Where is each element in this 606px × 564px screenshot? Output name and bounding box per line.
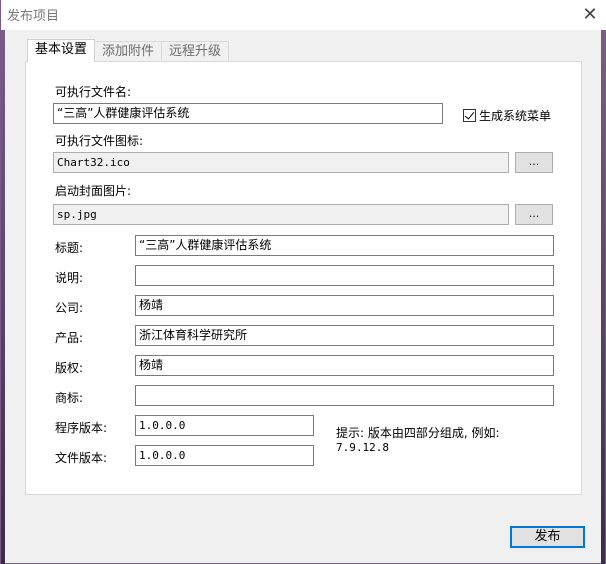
- basic-settings-panel: 可执行文件名: “三高”人群健康评估系统 生成系统菜单 可执行文件图标: Cha…: [25, 61, 582, 495]
- create-menu-label: 生成系统菜单: [479, 109, 552, 123]
- file-version-input[interactable]: 1.0.0.0: [135, 445, 314, 466]
- exe-name-label: 可执行文件名:: [55, 85, 132, 99]
- tab-strip: 基本设置 添加附件 远程升级: [27, 39, 230, 62]
- file-version-label: 文件版本:: [55, 451, 108, 465]
- exe-icon-field: Chart32.ico: [53, 152, 509, 173]
- browse-splash-button[interactable]: ...: [515, 204, 553, 225]
- version-hint-line2: 7.9.12.8: [336, 441, 389, 454]
- close-icon: ✕: [582, 3, 598, 25]
- title-bar: 发布项目 ✕: [1, 0, 606, 30]
- description-input[interactable]: [135, 265, 554, 286]
- background-strip-right: [601, 30, 605, 564]
- splash-image-label: 启动封面图片:: [55, 184, 132, 198]
- company-label: 公司:: [55, 301, 84, 315]
- exe-name-input[interactable]: “三高”人群健康评估系统: [53, 103, 443, 124]
- tab-basic-settings[interactable]: 基本设置: [27, 39, 96, 62]
- publish-dialog: 发布项目 ✕ 基本设置 添加附件 远程升级 可执行文件名: “三高”人群健康评估…: [0, 0, 606, 564]
- version-hint: 提示: 版本由四部分组成, 例如: 7.9.12.8: [336, 424, 500, 454]
- background-strip-left: [1, 30, 5, 564]
- trademark-input[interactable]: [135, 385, 554, 406]
- title-input[interactable]: “三高”人群健康评估系统: [135, 235, 554, 256]
- close-button[interactable]: ✕: [573, 0, 606, 28]
- create-menu-checkbox[interactable]: 生成系统菜单: [463, 107, 551, 124]
- product-label: 产品:: [55, 331, 84, 345]
- window-title: 发布项目: [7, 9, 60, 24]
- tab-add-attachments[interactable]: 添加附件: [94, 41, 163, 62]
- version-hint-line1: 提示: 版本由四部分组成, 例如:: [336, 426, 500, 440]
- browse-icon-button[interactable]: ...: [515, 152, 553, 173]
- splash-image-field: sp.jpg: [53, 204, 509, 225]
- program-version-label: 程序版本:: [55, 421, 108, 435]
- trademark-label: 商标:: [55, 391, 84, 405]
- tab-remote-upgrade[interactable]: 远程升级: [161, 41, 230, 62]
- copyright-label: 版权:: [55, 361, 84, 375]
- company-input[interactable]: 杨靖: [135, 295, 554, 316]
- program-version-input[interactable]: 1.0.0.0: [135, 415, 314, 436]
- publish-button[interactable]: 发布: [510, 526, 585, 548]
- copyright-input[interactable]: 杨靖: [135, 355, 554, 376]
- checkbox-checked-icon: [463, 109, 476, 122]
- product-input[interactable]: 浙江体育科学研究所: [135, 325, 554, 346]
- description-label: 说明:: [55, 271, 84, 285]
- title-label: 标题:: [55, 241, 84, 255]
- exe-icon-label: 可执行文件图标:: [55, 134, 144, 148]
